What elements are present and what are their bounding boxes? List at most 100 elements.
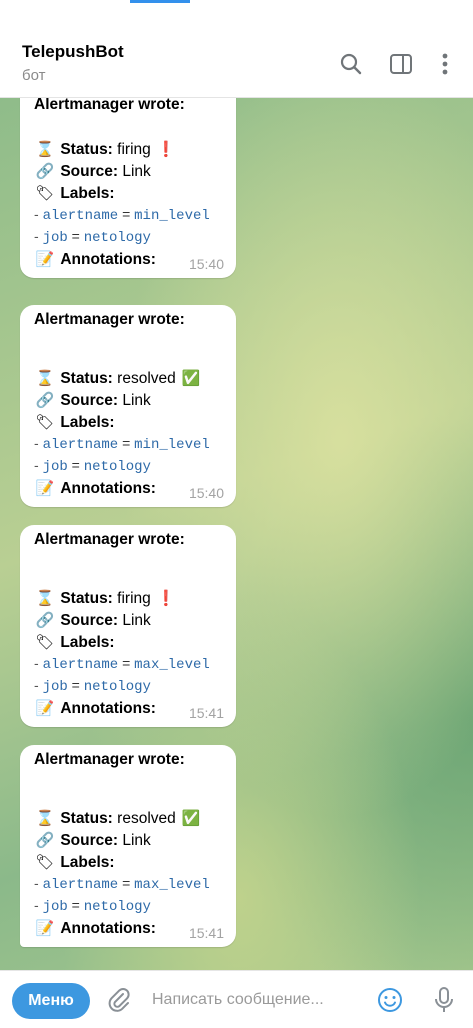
label-key[interactable]: job: [43, 899, 68, 915]
message-composer: Меню Написать сообщение...: [0, 970, 473, 1028]
label-row: - alertname = max_level: [34, 655, 210, 673]
equals-sign: =: [118, 206, 135, 222]
equals-sign: =: [67, 228, 84, 244]
label-row: - job = netology: [34, 228, 151, 246]
more-vertical-icon[interactable]: [431, 50, 459, 78]
label-key[interactable]: job: [43, 459, 68, 475]
label-row: - alertname = min_level: [34, 435, 210, 453]
bullet-dash: -: [34, 228, 43, 244]
labels-line: 🏷 Labels:: [34, 853, 115, 872]
source-link[interactable]: Link: [122, 392, 150, 409]
annotations-line: 📝 Annotations:: [34, 699, 156, 718]
labels-label: Labels:: [60, 414, 115, 431]
label-key[interactable]: job: [43, 679, 68, 695]
label-key[interactable]: alertname: [43, 208, 119, 224]
active-tab-indicator: [130, 0, 190, 3]
source-line: 🔗 Source: Link: [34, 162, 151, 181]
label-value[interactable]: max_level: [134, 877, 210, 893]
labels-line: 🏷 Labels:: [34, 633, 115, 652]
memo-icon: 📝: [35, 919, 55, 937]
chat-area[interactable]: Alertmanager wrote: ⌛ Status: firing ❗ 🔗…: [0, 98, 473, 970]
message-bubble[interactable]: Alertmanager wrote: ⌛ Status: firing ❗ 🔗…: [20, 525, 236, 727]
status-label: Status:: [60, 370, 113, 387]
labels-label: Labels:: [60, 634, 115, 651]
equals-sign: =: [67, 897, 84, 913]
source-line: 🔗 Source: Link: [34, 831, 151, 850]
source-link[interactable]: Link: [122, 832, 150, 849]
message-input[interactable]: Написать сообщение...: [152, 991, 324, 1009]
label-value[interactable]: netology: [84, 230, 151, 246]
source-link[interactable]: Link: [122, 612, 150, 629]
source-line: 🔗 Source: Link: [34, 611, 151, 630]
equals-sign: =: [118, 655, 135, 671]
chat-title[interactable]: TelepushBot: [22, 42, 124, 62]
message-header: Alertmanager wrote:: [34, 751, 185, 768]
label-value[interactable]: min_level: [134, 208, 210, 224]
search-icon[interactable]: [337, 50, 365, 78]
label-value[interactable]: min_level: [134, 437, 210, 453]
link-icon: 🔗: [35, 611, 55, 629]
annotations-line: 📝 Annotations:: [34, 919, 156, 938]
annotations-line: 📝 Annotations:: [34, 250, 156, 269]
message-bubble[interactable]: Alertmanager wrote: ⌛ Status: resolved ✅…: [20, 305, 236, 507]
label-key[interactable]: job: [43, 230, 68, 246]
equals-sign: =: [118, 875, 135, 891]
annotations-label: Annotations:: [60, 251, 156, 268]
hourglass-icon: ⌛: [35, 589, 55, 607]
link-icon: 🔗: [35, 391, 55, 409]
chat-header[interactable]: TelepushBot бот: [0, 32, 473, 98]
message-time: 15:40: [188, 256, 224, 272]
memo-icon: 📝: [35, 250, 55, 268]
bullet-dash: -: [34, 206, 43, 222]
bullet-dash: -: [34, 457, 43, 473]
smile-icon[interactable]: [375, 985, 405, 1015]
label-key[interactable]: alertname: [43, 657, 119, 673]
label-key[interactable]: alertname: [43, 877, 119, 893]
paperclip-icon[interactable]: [104, 985, 134, 1015]
label-value[interactable]: netology: [84, 459, 151, 475]
annotations-label: Annotations:: [60, 920, 156, 937]
labels-line: 🏷 Labels:: [34, 413, 115, 432]
label-value[interactable]: max_level: [134, 657, 210, 673]
status-line: ⌛ Status: resolved ✅: [34, 369, 202, 388]
sidebar-toggle-icon[interactable]: [387, 50, 415, 78]
source-label: Source:: [60, 392, 119, 409]
chat-subtitle: бот: [22, 67, 46, 84]
label-value[interactable]: netology: [84, 899, 151, 915]
message-bubble[interactable]: Alertmanager wrote: ⌛ Status: firing ❗ 🔗…: [20, 98, 236, 278]
bot-menu-button[interactable]: Меню: [12, 983, 90, 1019]
link-icon: 🔗: [35, 831, 55, 849]
status-label: Status:: [60, 590, 113, 607]
message-header: Alertmanager wrote:: [34, 98, 185, 113]
label-tag-icon: 🏷: [35, 413, 55, 431]
label-row: - alertname = max_level: [34, 875, 210, 893]
status-value: resolved: [117, 810, 176, 827]
message-time: 15:41: [188, 925, 224, 941]
message-time: 15:40: [188, 485, 224, 501]
bullet-dash: -: [34, 677, 43, 693]
labels-label: Labels:: [60, 854, 115, 871]
microphone-icon[interactable]: [429, 985, 459, 1015]
exclamation-icon: ❗: [156, 140, 176, 158]
source-link[interactable]: Link: [122, 163, 150, 180]
label-value[interactable]: netology: [84, 679, 151, 695]
label-row: - alertname = min_level: [34, 206, 210, 224]
annotations-label: Annotations:: [60, 700, 156, 717]
hourglass-icon: ⌛: [35, 140, 55, 158]
status-label: Status:: [60, 810, 113, 827]
labels-line: 🏷 Labels:: [34, 184, 114, 203]
hourglass-icon: ⌛: [35, 369, 55, 387]
status-value: resolved: [117, 370, 176, 387]
label-tag-icon: 🏷: [35, 184, 55, 202]
source-label: Source:: [60, 612, 119, 629]
message-header: Alertmanager wrote:: [34, 531, 185, 548]
status-line: ⌛ Status: firing ❗: [34, 589, 177, 608]
source-line: 🔗 Source: Link: [34, 391, 151, 410]
label-row: - job = netology: [34, 677, 151, 695]
equals-sign: =: [67, 457, 84, 473]
message-bubble[interactable]: Alertmanager wrote: ⌛ Status: resolved ✅…: [20, 745, 236, 947]
status-line: ⌛ Status: firing ❗: [34, 140, 177, 159]
label-row: - job = netology: [34, 457, 151, 475]
label-key[interactable]: alertname: [43, 437, 119, 453]
status-value: firing: [117, 590, 151, 607]
